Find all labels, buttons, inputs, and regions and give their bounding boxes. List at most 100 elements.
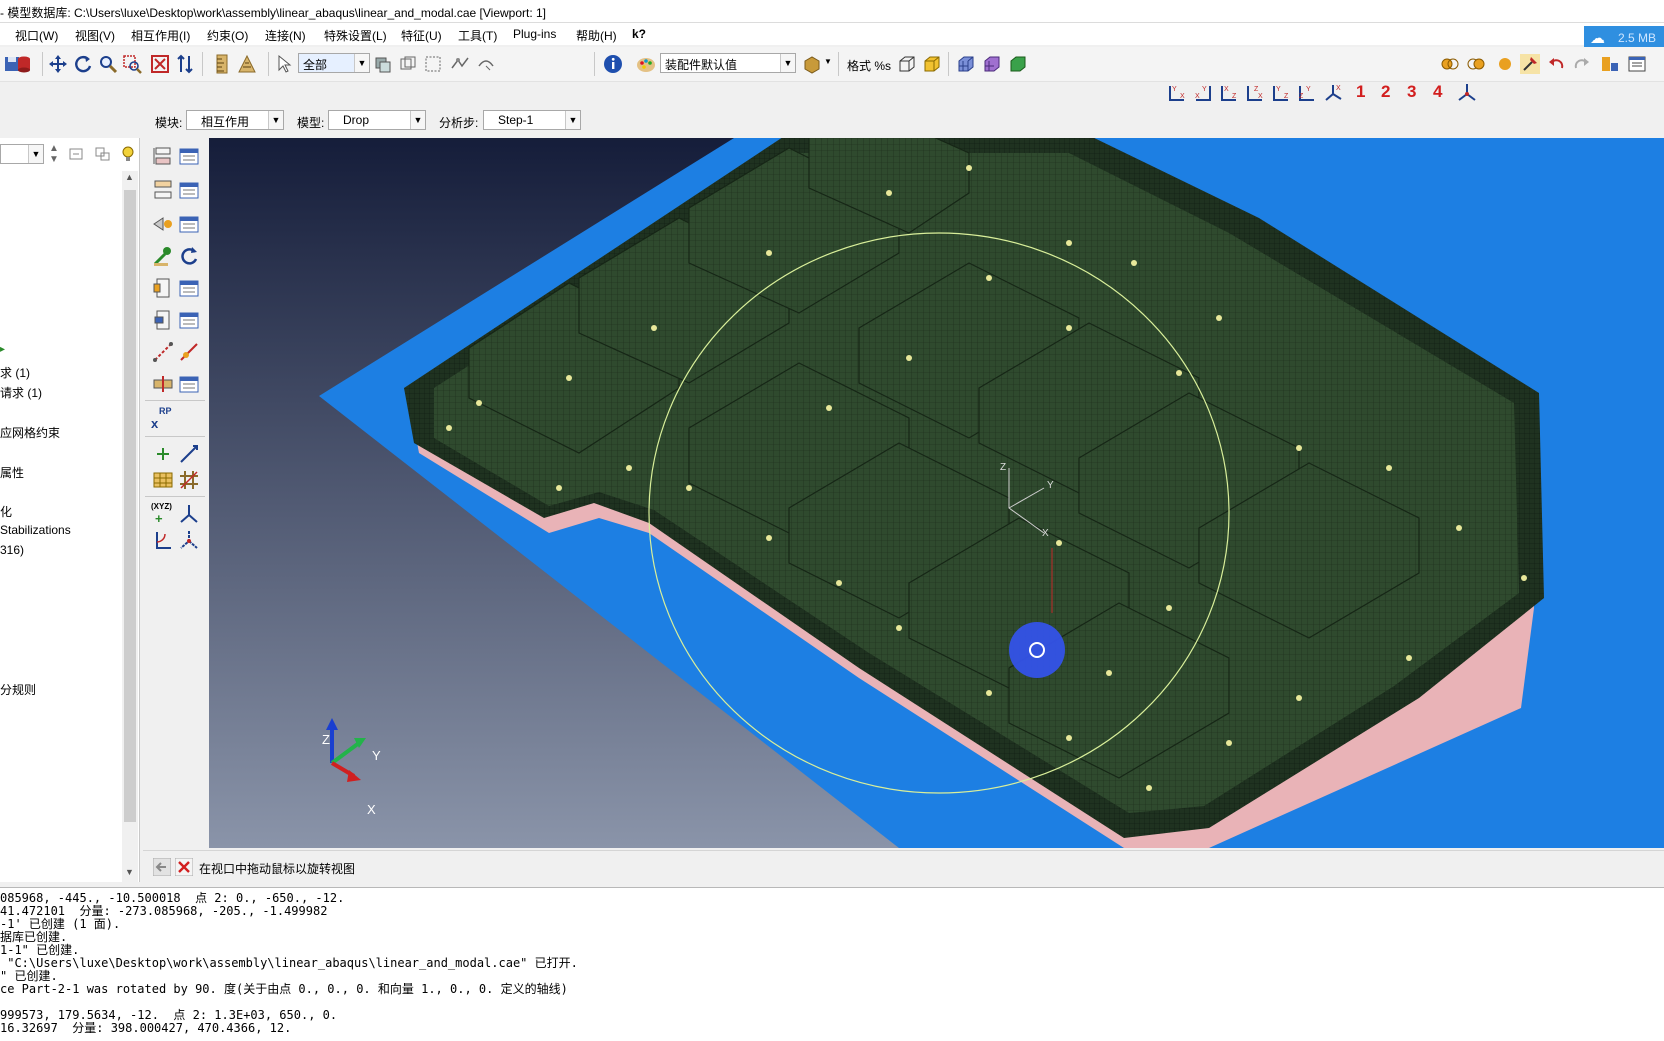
render-shadows-icon[interactable] [1440,54,1460,74]
control-manager-icon[interactable] [177,212,201,236]
color-palette-icon[interactable] [636,54,656,74]
create-wire-icon[interactable] [151,340,175,364]
csys-spherical-icon[interactable] [177,528,201,552]
constraint-manager-icon[interactable] [177,276,201,300]
view-front-icon[interactable]: YX [1166,82,1188,104]
select-solid-icon[interactable] [398,54,418,74]
layout-icon[interactable] [1600,54,1620,74]
datum-plane-icon[interactable] [151,468,175,492]
box-zoom-icon[interactable] [122,54,142,74]
tree-item-rules[interactable]: 分规则 [0,681,36,698]
menu-plugins[interactable]: Plug-ins [513,27,556,41]
viewport[interactable]: Z Y X Z Y X [209,138,1664,848]
create-interaction-icon[interactable] [151,144,175,168]
tree-collapse-icon[interactable] [68,146,86,162]
shaded-cube-icon[interactable] [922,54,942,74]
select-options-icon[interactable] [372,54,392,74]
query-icon[interactable] [237,54,257,74]
feature-edges-icon[interactable] [1008,54,1028,74]
menu-viewport[interactable]: 视口(W) [15,27,58,44]
view-bottom-icon[interactable]: ZX [1244,82,1266,104]
pan-icon[interactable] [48,54,68,74]
fastener-manager-icon[interactable] [177,372,201,396]
tree-filter-select[interactable]: ▼ [0,144,44,164]
cancel-x-icon[interactable] [175,858,193,876]
csys-cylindrical-icon[interactable] [151,528,175,552]
menu-connector[interactable]: 连接(N) [265,27,306,44]
menu-feature[interactable]: 特征(U) [401,27,442,44]
contact-init-icon[interactable] [151,244,175,268]
tree-item-init[interactable]: 化 [0,503,12,520]
view-3-button[interactable]: 3 [1407,82,1416,102]
undo-icon[interactable] [1546,54,1566,74]
tree-item-stabilizations[interactable]: Stabilizations [0,523,71,537]
wireframe-cube-icon[interactable] [897,54,917,74]
menu-help[interactable]: 帮助(H) [576,27,617,44]
color-code-select[interactable]: 装配件默认值 ▼ [660,53,796,73]
menu-interaction[interactable]: 相互作用(I) [131,27,190,44]
view-left-icon[interactable]: YZ [1270,82,1292,104]
partition-icon[interactable] [177,468,201,492]
interaction-manager-icon[interactable] [177,144,201,168]
view-top-icon[interactable]: XZ [1218,82,1240,104]
select-arrow-icon[interactable] [274,54,294,74]
view-axes-icon[interactable] [1456,82,1478,104]
back-arrow-icon[interactable] [153,858,171,876]
sphere-icon[interactable] [1495,54,1515,74]
module-select[interactable]: 相互作用 ▼ [186,110,284,130]
datum-axis-icon[interactable] [177,442,201,466]
menu-constraint[interactable]: 约束(O) [207,27,248,44]
datum-csys-icon[interactable]: (XYZ) + [151,502,175,526]
view-4-button[interactable]: 4 [1433,82,1442,102]
pick-tool-icon[interactable] [1520,54,1540,74]
tree-item-history-request[interactable]: 求 (1) [0,364,30,381]
interaction-property-icon[interactable] [151,178,175,202]
transparency-icon[interactable] [1466,54,1486,74]
tree-item-properties[interactable]: 属性 [0,464,24,481]
contact-control-icon[interactable] [151,212,175,236]
mesh-display-icon[interactable] [956,54,976,74]
lightbulb-icon[interactable] [120,145,136,163]
tree-scrollbar-thumb[interactable] [124,190,136,822]
tree-item-field-request[interactable]: 请求 (1) [0,384,42,401]
assign-connector-icon[interactable] [177,340,201,364]
view-1-button[interactable]: 1 [1356,82,1365,102]
selection-filter-select[interactable]: 全部 ▼ [298,53,370,73]
model-select[interactable]: Drop ▼ [328,110,426,130]
rotate-icon[interactable] [73,54,93,74]
view-back-icon[interactable]: YX [1192,82,1214,104]
tree-up-down-icon[interactable]: ▲ ▼ [49,143,59,165]
tree-filter-icon[interactable] [94,146,112,162]
format-label[interactable]: 格式 %s [847,57,891,74]
contact-stabilization-icon[interactable] [177,244,201,268]
zoom-icon[interactable] [98,54,118,74]
csys-axes-icon[interactable] [177,502,201,526]
menu-view[interactable]: 视图(V) [75,27,115,44]
viewport-manager-icon[interactable] [1627,54,1647,74]
section-manager-icon[interactable] [177,308,201,332]
property-manager-icon[interactable] [177,178,201,202]
menu-special[interactable]: 特殊设置(L) [324,27,387,44]
datum-point-icon[interactable] [151,442,175,466]
database-icon[interactable] [14,54,34,74]
info-icon[interactable] [603,54,623,74]
ruler-icon[interactable] [212,54,232,74]
select-drag-icon[interactable] [476,54,496,74]
menu-context-help[interactable]: k? [632,27,646,41]
auto-fit-icon[interactable] [150,54,170,74]
view-iso-icon[interactable]: X [1322,82,1344,104]
menu-tools[interactable]: 工具(T) [458,27,497,44]
create-connector-section-icon[interactable] [151,308,175,332]
tree-item-count[interactable]: 316) [0,543,24,557]
view-2-button[interactable]: 2 [1381,82,1390,102]
create-fastener-icon[interactable] [151,372,175,396]
cycle-views-icon[interactable] [175,54,195,74]
select-box-icon[interactable] [423,54,443,74]
reference-point-icon[interactable]: RP x [151,406,175,431]
tree-item-mesh-constraint[interactable]: 应网格约束 [0,424,60,441]
toolbar-dropdown-arrow[interactable]: ▼ [824,57,832,66]
viewport-canvas[interactable]: Z Y X Z Y X [209,138,1664,848]
mesh-colored-icon[interactable] [982,54,1002,74]
scroll-up-icon[interactable]: ▲ [125,172,134,182]
rotation-center-marker[interactable] [1009,622,1065,678]
